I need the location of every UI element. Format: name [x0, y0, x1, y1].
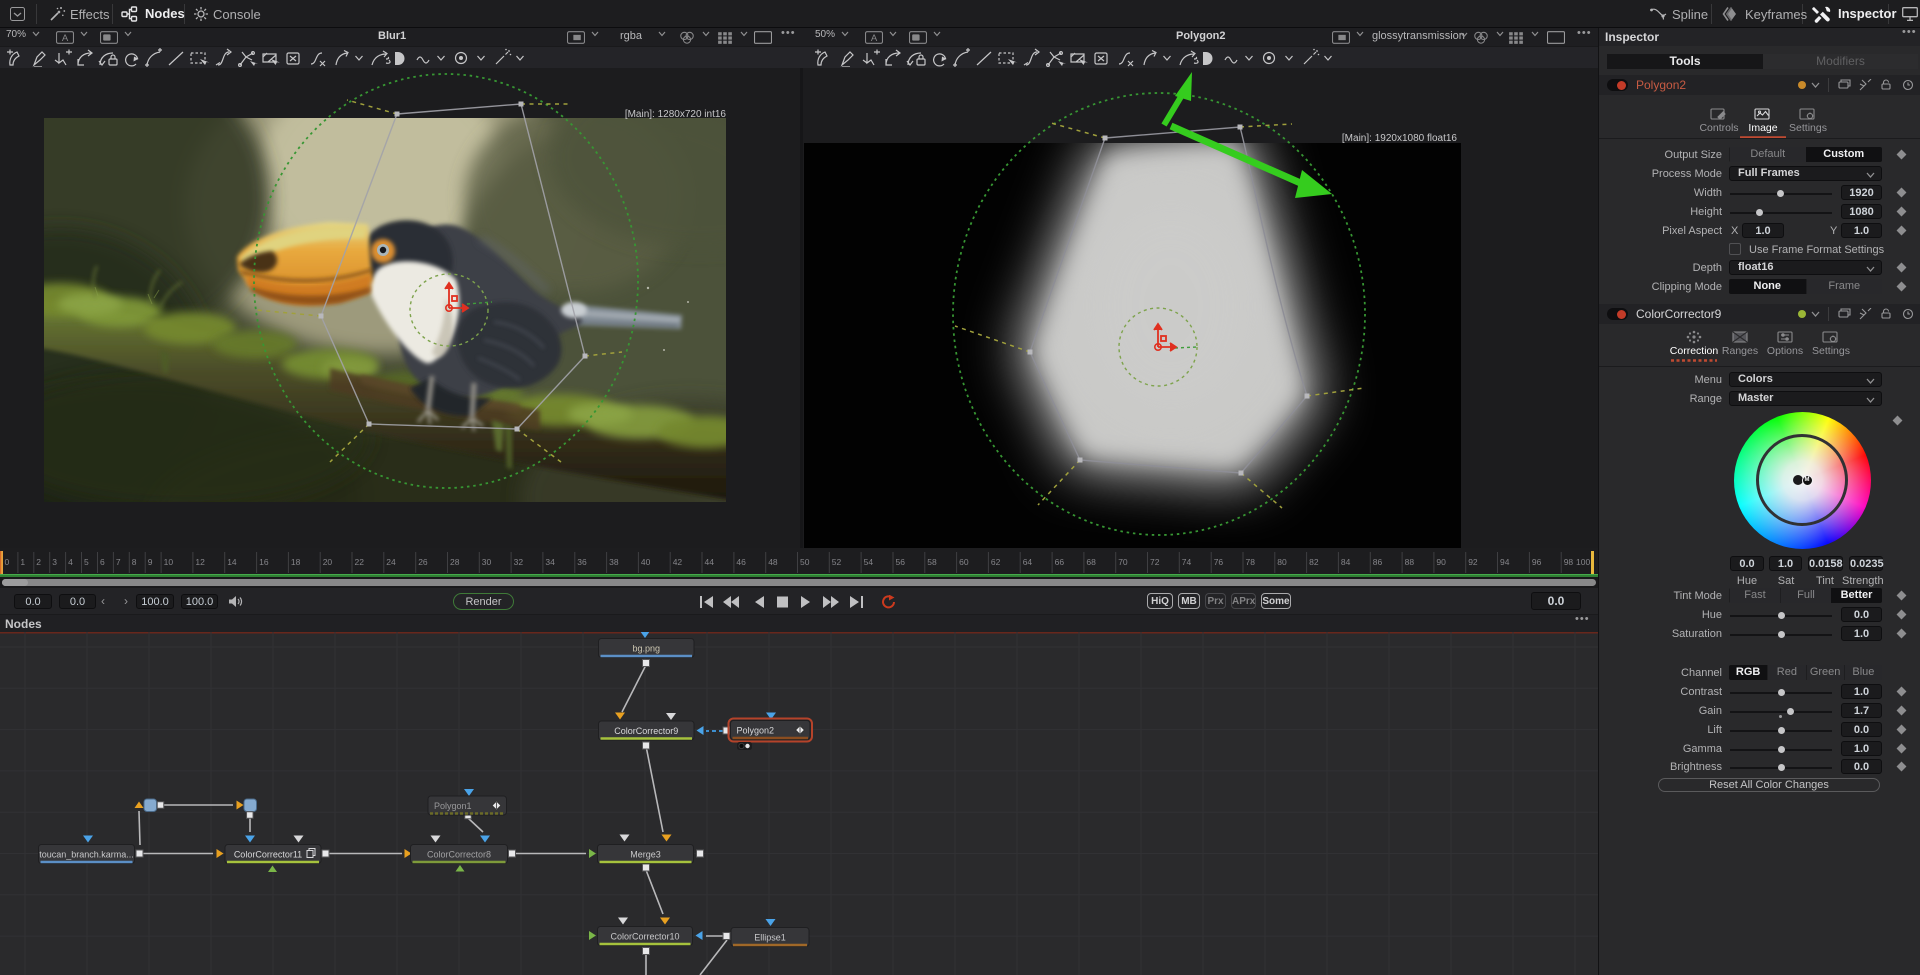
svg-text:46: 46 [736, 557, 746, 567]
svg-text:34: 34 [545, 557, 555, 567]
svg-text:90: 90 [1436, 557, 1446, 567]
svg-text:[Main]: 1280x720 int16: [Main]: 1280x720 int16 [625, 109, 727, 120]
svg-text:20: 20 [323, 557, 333, 567]
svg-text:50: 50 [800, 557, 810, 567]
svg-text:14: 14 [227, 557, 237, 567]
svg-text:66: 66 [1055, 557, 1065, 567]
svg-text:78: 78 [1246, 557, 1256, 567]
svg-text:32: 32 [514, 557, 524, 567]
svg-text:96: 96 [1532, 557, 1542, 567]
svg-text:ColorCorrector10: ColorCorrector10 [610, 932, 679, 942]
svg-text:12: 12 [195, 557, 205, 567]
svg-text:toucan_branch.karma...: toucan_branch.karma... [39, 850, 134, 860]
svg-text:1: 1 [20, 557, 25, 567]
svg-text:54: 54 [864, 557, 874, 567]
svg-text:44: 44 [705, 557, 715, 567]
svg-text:94: 94 [1500, 557, 1510, 567]
svg-text:84: 84 [1341, 557, 1351, 567]
svg-text:26: 26 [418, 557, 428, 567]
svg-text:56: 56 [896, 557, 906, 567]
svg-text:28: 28 [450, 557, 460, 567]
svg-text:30: 30 [482, 557, 492, 567]
svg-text:74: 74 [1182, 557, 1192, 567]
svg-text:60: 60 [959, 557, 969, 567]
svg-text:bg.png: bg.png [632, 644, 660, 654]
svg-text:6: 6 [100, 557, 105, 567]
svg-text:58: 58 [927, 557, 937, 567]
svg-text:80: 80 [1277, 557, 1287, 567]
svg-text:0: 0 [5, 557, 10, 567]
svg-text:36: 36 [577, 557, 587, 567]
svg-text:Merge3: Merge3 [630, 850, 661, 860]
svg-text:64: 64 [1023, 557, 1033, 567]
svg-text:ColorCorrector8: ColorCorrector8 [427, 850, 491, 860]
svg-text:10: 10 [164, 557, 174, 567]
svg-text:ColorCorrector9: ColorCorrector9 [614, 726, 678, 736]
svg-text:[Main]: 1920x1080 float16: [Main]: 1920x1080 float16 [1342, 133, 1458, 144]
svg-text:5: 5 [84, 557, 89, 567]
svg-text:Polygon1: Polygon1 [434, 801, 472, 811]
svg-text:72: 72 [1150, 557, 1160, 567]
svg-text:76: 76 [1214, 557, 1224, 567]
svg-text:Polygon2: Polygon2 [737, 726, 775, 736]
svg-text:3: 3 [52, 557, 57, 567]
svg-text:86: 86 [1373, 557, 1383, 567]
svg-text:9: 9 [148, 557, 153, 567]
svg-text:Ellipse1: Ellipse1 [754, 933, 786, 943]
svg-text:40: 40 [641, 557, 651, 567]
svg-text:82: 82 [1309, 557, 1319, 567]
svg-text:88: 88 [1405, 557, 1415, 567]
svg-text:98: 98 [1564, 557, 1574, 567]
svg-text:42: 42 [673, 557, 683, 567]
svg-text:A: A [62, 33, 69, 44]
svg-text:ColorCorrector11: ColorCorrector11 [234, 850, 302, 860]
svg-text:7: 7 [116, 557, 121, 567]
svg-text:2: 2 [36, 557, 41, 567]
svg-text:24: 24 [386, 557, 396, 567]
svg-text:68: 68 [1086, 557, 1096, 567]
svg-text:4: 4 [68, 557, 73, 567]
svg-text:22: 22 [355, 557, 365, 567]
svg-text:70: 70 [1118, 557, 1128, 567]
svg-text:8: 8 [132, 557, 137, 567]
svg-text:62: 62 [991, 557, 1001, 567]
svg-text:18: 18 [291, 557, 301, 567]
svg-text:52: 52 [832, 557, 842, 567]
svg-text:38: 38 [609, 557, 619, 567]
svg-text:92: 92 [1468, 557, 1478, 567]
svg-text:100: 100 [1576, 557, 1590, 567]
svg-text:16: 16 [259, 557, 269, 567]
svg-text:48: 48 [768, 557, 778, 567]
